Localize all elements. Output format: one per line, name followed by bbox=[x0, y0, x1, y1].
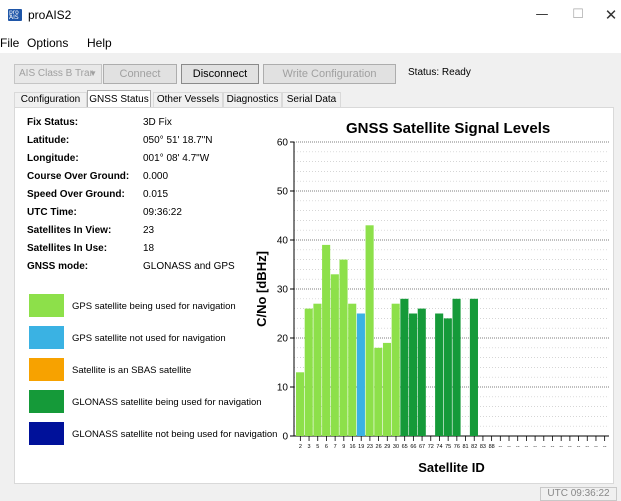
device-select-value: AIS Class B Trar bbox=[19, 68, 93, 79]
menu-help[interactable]: Help bbox=[87, 36, 112, 50]
signal-bar bbox=[435, 313, 444, 436]
utc-clock: UTC 09:36:22 bbox=[540, 487, 617, 501]
maximize-icon[interactable]: ☐ bbox=[563, 5, 593, 25]
signal-bar bbox=[382, 342, 392, 436]
x-tick-label: 65 bbox=[402, 444, 408, 450]
signal-bar bbox=[339, 259, 348, 436]
window-title: proAIS2 bbox=[28, 8, 72, 22]
x-tick-label: 74 bbox=[436, 444, 442, 450]
y-tick-label: 10 bbox=[277, 383, 289, 394]
chevron-down-icon: ▼ bbox=[89, 69, 97, 78]
tab-diagnostics[interactable]: Diagnostics bbox=[223, 92, 282, 108]
x-tick-label: -- bbox=[568, 444, 572, 450]
x-tick-label: -- bbox=[577, 444, 581, 450]
x-tick-label: -- bbox=[525, 444, 529, 450]
close-icon[interactable]: ✕ bbox=[596, 5, 621, 25]
signal-bar bbox=[374, 347, 383, 436]
signal-bar bbox=[391, 303, 400, 436]
status-bar: UTC 09:36:22 bbox=[0, 486, 621, 501]
x-tick-label: 2 bbox=[299, 444, 302, 450]
x-tick-label: 16 bbox=[349, 444, 355, 450]
x-tick-label: 29 bbox=[384, 444, 390, 450]
toolbar: AIS Class B Trar ▼ Connect Disconnect Wr… bbox=[0, 53, 621, 88]
title-bar: pro AIS proAIS2 — ☐ ✕ bbox=[0, 0, 621, 30]
x-tick-label: 88 bbox=[489, 444, 495, 450]
tab-configuration[interactable]: Configuration bbox=[14, 92, 87, 108]
x-tick-label: 7 bbox=[334, 444, 337, 450]
signal-bar bbox=[296, 372, 305, 436]
menu-file[interactable]: File bbox=[0, 36, 19, 50]
x-tick-label: 67 bbox=[419, 444, 425, 450]
signal-bar bbox=[400, 298, 409, 436]
signal-bar bbox=[452, 298, 461, 436]
y-tick-label: 40 bbox=[277, 236, 289, 247]
y-tick-label: 50 bbox=[277, 187, 289, 198]
signal-level-chart: 01020304050602 3 5 6 7 9 16 19 23 26 29 30 65 66 67 72 7… bbox=[254, 138, 609, 475]
y-tick-label: 20 bbox=[277, 334, 289, 345]
device-select[interactable]: AIS Class B Trar ▼ bbox=[14, 64, 102, 84]
x-tick-label: -- bbox=[498, 444, 502, 450]
tab-other-vessels[interactable]: Other Vessels bbox=[153, 92, 223, 108]
signal-bar bbox=[330, 274, 339, 436]
x-tick-label: 72 bbox=[428, 444, 434, 450]
signal-bar bbox=[304, 308, 313, 436]
x-tick-label: 30 bbox=[393, 444, 399, 450]
x-tick-label: 23 bbox=[367, 444, 373, 450]
x-tick-label: 66 bbox=[410, 444, 416, 450]
tab-serial-data[interactable]: Serial Data bbox=[282, 92, 341, 108]
signal-bar bbox=[322, 244, 331, 436]
write-configuration-button[interactable]: Write Configuration bbox=[263, 64, 396, 84]
x-tick-label: 75 bbox=[445, 444, 451, 450]
minimize-icon[interactable]: — bbox=[527, 5, 557, 25]
x-tick-label: 19 bbox=[358, 444, 364, 450]
app-logo-icon: pro AIS bbox=[8, 9, 22, 21]
signal-bar bbox=[443, 318, 452, 436]
connection-status: Status: Ready bbox=[408, 67, 471, 78]
x-tick-label: -- bbox=[594, 444, 598, 450]
y-tick-label: 30 bbox=[277, 285, 289, 296]
x-tick-label: -- bbox=[585, 444, 589, 450]
x-tick-label: -- bbox=[516, 444, 520, 450]
gnss-status-panel: Fix Status: 3D Fix Latitude: 050° 51' 18… bbox=[14, 107, 614, 484]
x-tick-label: -- bbox=[542, 444, 546, 450]
signal-bar bbox=[365, 225, 374, 436]
signal-bar bbox=[469, 298, 478, 436]
x-tick-label: -- bbox=[533, 444, 537, 450]
x-tick-label: -- bbox=[603, 444, 607, 450]
y-tick-label: 0 bbox=[282, 432, 288, 443]
y-tick-label: 60 bbox=[277, 138, 289, 149]
x-tick-label: 82 bbox=[471, 444, 477, 450]
signal-bar bbox=[356, 313, 365, 436]
signal-bar bbox=[417, 308, 426, 436]
menu-options[interactable]: Options bbox=[27, 36, 68, 50]
disconnect-button[interactable]: Disconnect bbox=[181, 64, 259, 84]
y-axis-label: C/No [dBHz] bbox=[254, 251, 269, 327]
x-tick-label: -- bbox=[507, 444, 511, 450]
x-tick-label: 81 bbox=[462, 444, 468, 450]
x-tick-label: 26 bbox=[376, 444, 382, 450]
x-tick-label: 5 bbox=[316, 444, 319, 450]
signal-bar bbox=[409, 313, 418, 436]
signal-bar bbox=[348, 303, 357, 436]
x-axis-label: Satellite ID bbox=[418, 460, 484, 475]
menu-bar: File Options Help bbox=[0, 30, 621, 53]
x-tick-label: 83 bbox=[480, 444, 486, 450]
x-tick-label: -- bbox=[559, 444, 563, 450]
x-tick-label: 76 bbox=[454, 444, 460, 450]
connect-button[interactable]: Connect bbox=[103, 64, 177, 84]
x-tick-label: 6 bbox=[325, 444, 328, 450]
signal-bar bbox=[313, 303, 322, 436]
x-tick-label: 3 bbox=[308, 444, 311, 450]
x-tick-label: 9 bbox=[342, 444, 345, 450]
x-tick-label: -- bbox=[551, 444, 555, 450]
